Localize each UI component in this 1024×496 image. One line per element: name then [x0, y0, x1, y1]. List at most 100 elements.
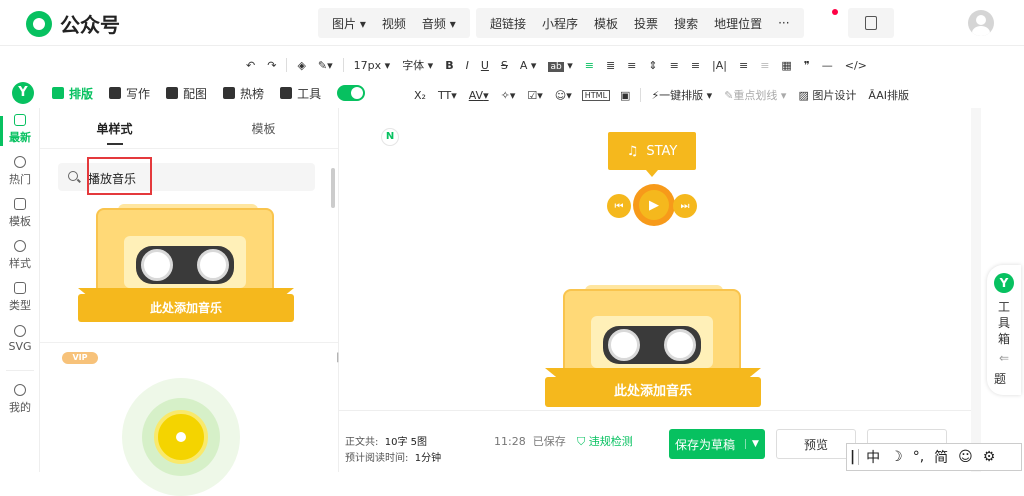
html-button[interactable]: HTML	[581, 89, 611, 101]
format-painter-icon[interactable]: ✎▾	[312, 59, 339, 72]
tab-single-style[interactable]: 单样式	[40, 120, 189, 145]
search-icon	[68, 171, 78, 181]
tab-tools[interactable]: 工具	[280, 85, 321, 102]
eraser-icon[interactable]: ◈	[291, 59, 311, 72]
list-icon[interactable]: ≡	[733, 59, 754, 72]
ime-chinese-toggle[interactable]: 中	[861, 447, 885, 467]
ai-layout-button[interactable]: ĀAI排版	[862, 87, 915, 103]
chevron-down-icon[interactable]: ▼	[745, 439, 759, 449]
more-menu[interactable]: ···	[770, 16, 797, 30]
bg-color-button[interactable]: ab ▾	[542, 59, 578, 72]
menu-image[interactable]: 图片 ▾	[324, 15, 374, 32]
code-icon[interactable]: </>	[839, 59, 873, 72]
logo-icon	[26, 10, 52, 37]
italic-button[interactable]: I	[460, 59, 475, 72]
sidebar-item-hot[interactable]: 热门	[0, 150, 40, 192]
strikethrough-button[interactable]: S	[495, 59, 514, 72]
sidebar-item-svg[interactable]: SVG	[0, 318, 40, 360]
table-icon[interactable]: ▦	[775, 59, 797, 72]
top-header: 公众号 图片 ▾ 视频 音频 ▾ 超链接 小程序 模板 投票 搜索 地理位置 ·…	[0, 0, 1024, 46]
panel-scrollbar[interactable]	[331, 168, 335, 208]
sidebar-item-template[interactable]: 模板	[0, 192, 40, 234]
briefcase-icon[interactable]: ▣	[614, 89, 636, 102]
exit-button[interactable]	[848, 8, 894, 38]
menu-location[interactable]: 地理位置	[706, 15, 770, 32]
underline-button[interactable]: U	[475, 59, 495, 72]
compliance-check-link[interactable]: ⛉ 违规检测	[577, 433, 633, 449]
avatar[interactable]	[968, 10, 994, 36]
emphasis-line-button[interactable]: ✎重点划线 ▾	[718, 87, 792, 103]
font-color-button[interactable]: A ▾	[514, 59, 543, 72]
line-height-icon[interactable]: ⇕	[642, 59, 663, 72]
ime-punct-icon[interactable]: °,	[908, 449, 929, 465]
subscript-button[interactable]: X₂	[408, 89, 432, 102]
spacing-button[interactable]: AV▾	[463, 89, 495, 102]
format-toolbar-1: ↶ ↷ ◈ ✎▾ 17px ▾ 字体 ▾ B I U S A ▾ ab ▾ ≡ …	[240, 56, 873, 74]
ime-handle[interactable]: |	[847, 449, 860, 465]
one-key-layout-button[interactable]: ⚡一键排版 ▾	[645, 87, 718, 103]
plugin-mini-icon[interactable]: N	[381, 128, 399, 146]
sidebar-item-style[interactable]: 样式	[0, 234, 40, 276]
menu-hyperlink[interactable]: 超链接	[482, 15, 534, 32]
letter-spacing-icon[interactable]: |A|	[706, 59, 733, 72]
align-left-icon[interactable]: ≡	[579, 59, 600, 72]
menu-miniprogram[interactable]: 小程序	[534, 15, 586, 32]
outdent-icon[interactable]: ≡	[685, 59, 706, 72]
ime-simplified-toggle[interactable]: 简	[929, 447, 953, 467]
svg-icon	[14, 325, 26, 337]
menu-template[interactable]: 模板	[586, 15, 626, 32]
tab-image[interactable]: 配图	[166, 85, 207, 102]
menu-audio[interactable]: 音频 ▾	[414, 15, 464, 32]
preview-button[interactable]: 预览	[776, 429, 856, 459]
menu-vote[interactable]: 投票	[626, 15, 666, 32]
insert-menu-group: 超链接 小程序 模板 投票 搜索 地理位置 ···	[476, 8, 804, 38]
sidebar-item-latest[interactable]: 最新	[0, 108, 40, 150]
paragraph-spacing-icon[interactable]: ≡	[664, 59, 685, 72]
image-design-button[interactable]: ▨ 图片设计	[792, 87, 862, 103]
menu-search[interactable]: 搜索	[666, 15, 706, 32]
style-panel: 单样式 模板 此处添加音乐 VIP	[40, 108, 338, 496]
user-icon	[14, 383, 26, 396]
plugin-logo-icon[interactable]: Y	[12, 82, 34, 104]
font-family-select[interactable]: 字体 ▾	[396, 57, 439, 73]
feature-tabs: 排版 写作 配图 热榜 工具	[52, 78, 366, 108]
checkbox-icon[interactable]: ☑▾	[521, 89, 548, 102]
case-button[interactable]: TT▾	[432, 89, 463, 102]
arrow-left-icon: ⇐	[998, 351, 1010, 365]
emoji-icon[interactable]: ☺▾	[549, 89, 578, 102]
save-draft-button[interactable]: 保存为草稿 ▼	[669, 429, 765, 459]
tab-write[interactable]: 写作	[109, 85, 150, 102]
sidebar-item-type[interactable]: 类型	[0, 276, 40, 318]
magic-wand-icon[interactable]: ✧▾	[495, 89, 522, 102]
play-button[interactable]: ▶	[633, 184, 675, 226]
next-track-icon[interactable]: ⏭	[673, 194, 697, 218]
song-title: STAY	[646, 143, 678, 159]
plugin-toggle[interactable]	[337, 85, 366, 101]
tab-template-list[interactable]: 模板	[189, 120, 338, 145]
divider-icon[interactable]: —	[816, 59, 839, 72]
ime-toolbar: | 中 ☽ °, 简 ☺ ⚙	[846, 443, 1022, 471]
category-sidebar: 最新 热门 模板 样式 类型 SVG 我的	[0, 108, 40, 472]
ime-gear-icon[interactable]: ⚙	[978, 449, 1001, 465]
font-size-select[interactable]: 17px ▾	[348, 59, 397, 72]
notification-dot	[832, 9, 838, 15]
bookmark-icon	[223, 87, 236, 99]
indent-icon[interactable]: ≣	[600, 59, 621, 72]
vip-badge: VIP	[62, 352, 98, 364]
align-center-icon[interactable]: ≡	[621, 59, 642, 72]
brand-logo[interactable]: 公众号	[26, 9, 120, 38]
tab-hotlist[interactable]: 热榜	[223, 85, 264, 102]
prev-track-icon[interactable]: ⏮	[607, 194, 631, 218]
undo-icon[interactable]: ↶	[240, 59, 261, 72]
sidebar-item-mine[interactable]: 我的	[0, 378, 40, 420]
border-icon[interactable]: ≡	[754, 59, 775, 72]
quote-icon[interactable]: ❞	[798, 59, 816, 72]
tab-layout[interactable]: 排版	[52, 85, 93, 102]
bold-button[interactable]: B	[439, 59, 459, 72]
ime-emoji-icon[interactable]: ☺	[953, 449, 978, 465]
ime-moon-icon[interactable]: ☽	[885, 449, 908, 465]
reel-icon	[197, 249, 229, 281]
menu-video[interactable]: 视频	[374, 15, 414, 32]
redo-icon[interactable]: ↷	[261, 59, 282, 72]
reel-icon	[608, 329, 640, 361]
